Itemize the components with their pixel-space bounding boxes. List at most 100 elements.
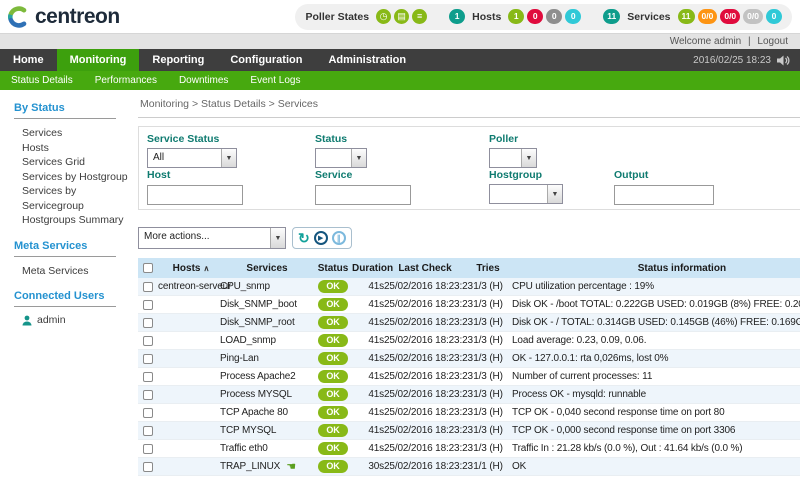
row-checkbox[interactable] — [143, 300, 153, 310]
service-name-cell[interactable]: Ping-Lan — [220, 353, 314, 364]
nav-tab-administration[interactable]: Administration — [315, 49, 419, 71]
host-input[interactable] — [147, 185, 243, 205]
service-input[interactable] — [315, 185, 411, 205]
row-checkbox[interactable] — [143, 390, 153, 400]
tries-cell: 1/3 (H) — [466, 317, 510, 328]
status-information-cell: Disk OK - / TOTAL: 0.314GB USED: 0.145GB… — [510, 317, 800, 328]
service-name-cell[interactable]: TCP Apache 80 — [220, 407, 314, 418]
service-name[interactable]: Disk_SNMP_root — [220, 317, 295, 328]
service-name-cell[interactable]: LOAD_snmp — [220, 335, 314, 346]
subnav-item-downtimes[interactable]: Downtimes — [168, 71, 239, 90]
service-name-cell[interactable]: TRAP_LINUX☚ — [220, 460, 314, 473]
subnav-item-status-details[interactable]: Status Details — [0, 71, 84, 90]
sidebar-item-hostgroups-summary[interactable]: Hostgroups Summary — [14, 213, 130, 228]
host-name-cell[interactable]: centreon-serveur — [158, 281, 220, 292]
hostgroup-select[interactable]: ▼ — [489, 184, 563, 204]
service-name-cell[interactable]: Process Apache2 — [220, 371, 314, 382]
service-name[interactable]: TCP Apache 80 — [220, 407, 288, 418]
service-name[interactable]: Traffic eth0 — [220, 443, 268, 454]
tries-cell: 1/1 (H) — [466, 461, 510, 472]
service-name-cell[interactable]: CPU_snmp — [220, 281, 314, 292]
sidebar-section-title: Meta Services — [14, 240, 130, 252]
service-name-cell[interactable]: Disk_SNMP_boot — [220, 299, 314, 310]
col-header-hosts[interactable]: Hosts ∧ — [158, 263, 220, 274]
hosts-total-badge[interactable]: 1 — [449, 9, 465, 24]
row-checkbox[interactable] — [143, 426, 153, 436]
service-name[interactable]: Process MYSQL — [220, 389, 292, 400]
host-status-badge[interactable]: 0 — [546, 9, 562, 24]
col-header-status[interactable]: Status — [314, 263, 352, 274]
status-information-cell: TCP OK - 0,000 second response time on p… — [510, 425, 800, 436]
row-checkbox[interactable] — [143, 462, 153, 472]
status-select[interactable]: ▼ — [315, 148, 367, 168]
host-status-badge[interactable]: 0 — [527, 9, 543, 24]
poller-database-icon[interactable]: ≡ — [412, 9, 427, 24]
output-input[interactable] — [614, 185, 714, 205]
tries-cell: 1/3 (H) — [466, 371, 510, 382]
sidebar-item-meta-services[interactable]: Meta Services — [14, 264, 130, 279]
play-icon[interactable]: ▶ — [314, 231, 328, 245]
nav-tab-home[interactable]: Home — [0, 49, 57, 71]
service-status-badge[interactable]: 0/0 — [720, 9, 740, 24]
service-name[interactable]: Ping-Lan — [220, 353, 259, 364]
service-name-cell[interactable]: TCP MYSQL — [220, 425, 314, 436]
refresh-icon[interactable]: ↻ — [298, 231, 310, 245]
sidebar-item-hosts[interactable]: Hosts — [14, 141, 130, 156]
centreon-logo[interactable]: centreon — [8, 5, 120, 29]
sidebar-item-services-by-servicegroup[interactable]: Services by Servicegroup — [14, 184, 130, 213]
col-header-status-information[interactable]: Status information — [510, 263, 800, 274]
subnav-item-performances[interactable]: Performances — [84, 71, 168, 90]
col-header-duration[interactable]: Duration — [352, 263, 384, 274]
table-row: centreon-serveurCPU_snmpOK41s25/02/2016 … — [138, 278, 800, 296]
row-checkbox[interactable] — [143, 372, 153, 382]
services-total-badge[interactable]: 11 — [603, 9, 620, 24]
host-status-badge[interactable]: 0 — [565, 9, 581, 24]
last-check-cell: 25/02/2016 18:23:23 — [384, 353, 466, 364]
speaker-icon[interactable] — [777, 55, 790, 66]
select-all-checkbox[interactable] — [143, 263, 153, 273]
nav-tab-reporting[interactable]: Reporting — [139, 49, 217, 71]
col-header-last-check[interactable]: Last Check — [384, 263, 466, 274]
logout-link[interactable]: Logout — [757, 36, 788, 47]
row-checkbox[interactable] — [143, 354, 153, 364]
row-checkbox[interactable] — [143, 336, 153, 346]
service-name[interactable]: CPU_snmp — [220, 281, 270, 292]
more-actions-select-top[interactable]: More actions... ▼ — [138, 227, 286, 249]
sidebar-connected-user[interactable]: admin — [14, 314, 130, 326]
table-row: Disk_SNMP_bootOK41s25/02/2016 18:23:231/… — [138, 296, 800, 314]
sidebar-item-services[interactable]: Services — [14, 126, 130, 141]
service-status-badge[interactable]: 0/0 — [743, 9, 763, 24]
service-name[interactable]: TRAP_LINUX — [220, 461, 280, 472]
last-check-cell: 25/02/2016 18:23:23 — [384, 443, 466, 454]
sidebar-item-services-grid[interactable]: Services Grid — [14, 155, 130, 170]
service-name-cell[interactable]: Process MYSQL — [220, 389, 314, 400]
service-status-select[interactable]: All ▼ — [147, 148, 237, 168]
service-name[interactable]: Process Apache2 — [220, 371, 296, 382]
row-checkbox[interactable] — [143, 282, 153, 292]
subnav-item-event-logs[interactable]: Event Logs — [239, 71, 311, 90]
service-status-badge[interactable]: 0/0 — [698, 9, 718, 24]
host-status-badge[interactable]: 1 — [508, 9, 524, 24]
service-status-badge[interactable]: 0 — [766, 9, 782, 24]
row-checkbox[interactable] — [143, 408, 153, 418]
poller-latency-icon[interactable]: ◷ — [376, 9, 391, 24]
service-name[interactable]: TCP MYSQL — [220, 425, 276, 436]
poller-activity-icon[interactable]: ▤ — [394, 9, 409, 24]
nav-tab-monitoring[interactable]: Monitoring — [57, 49, 140, 71]
col-header-services[interactable]: Services — [220, 263, 314, 274]
nav-tab-configuration[interactable]: Configuration — [217, 49, 315, 71]
row-checkbox[interactable] — [143, 444, 153, 454]
row-checkbox[interactable] — [143, 318, 153, 328]
service-name-cell[interactable]: Traffic eth0 — [220, 443, 314, 454]
last-check-cell: 25/02/2016 18:23:23 — [384, 299, 466, 310]
service-status-badge[interactable]: 11 — [678, 9, 695, 24]
poller-select[interactable]: ▼ — [489, 148, 537, 168]
sidebar-item-services-by-hostgroup[interactable]: Services by Hostgroup — [14, 170, 130, 185]
pause-icon[interactable]: ∥ — [332, 231, 346, 245]
breadcrumb[interactable]: Monitoring > Status Details > Services — [138, 96, 800, 118]
service-name[interactable]: LOAD_snmp — [220, 335, 276, 346]
status-cell: OK — [314, 370, 352, 383]
service-name[interactable]: Disk_SNMP_boot — [220, 299, 297, 310]
service-name-cell[interactable]: Disk_SNMP_root — [220, 317, 314, 328]
col-header-tries[interactable]: Tries — [466, 263, 510, 274]
